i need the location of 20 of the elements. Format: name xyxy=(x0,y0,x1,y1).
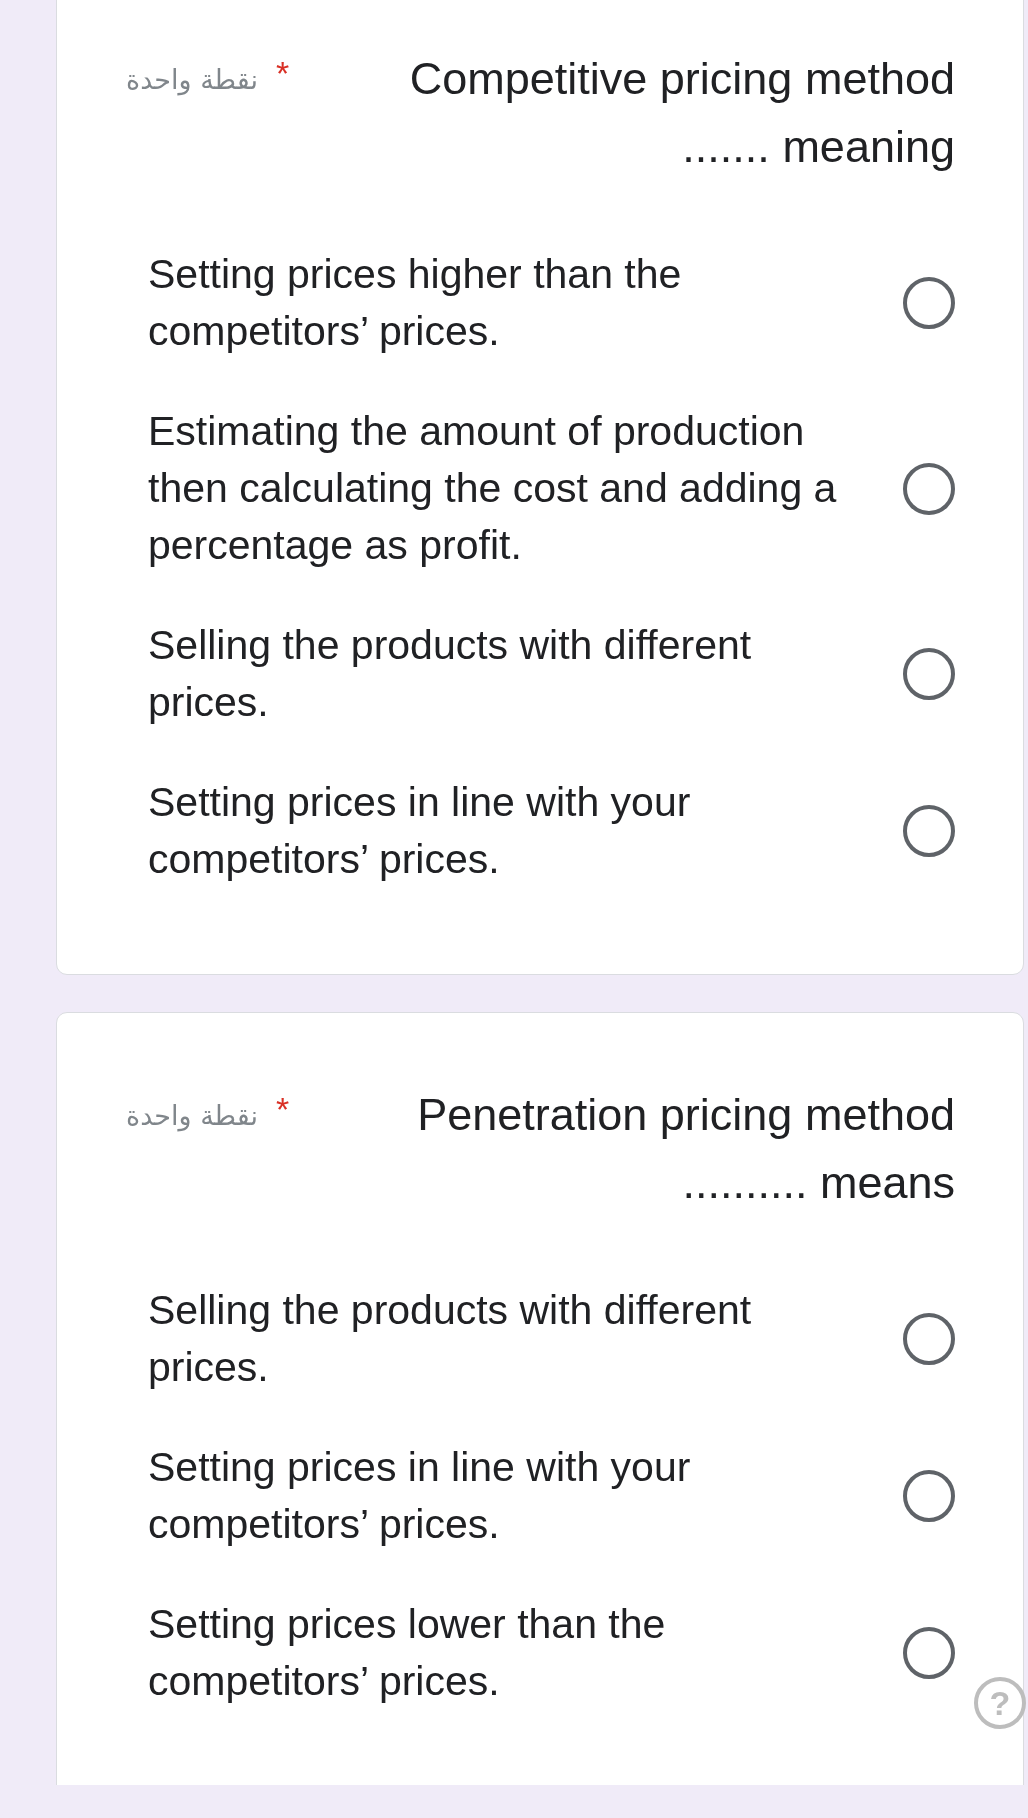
radio-button[interactable] xyxy=(903,1627,955,1679)
required-icon: * xyxy=(275,1092,290,1126)
radio-button[interactable] xyxy=(903,648,955,700)
radio-button[interactable] xyxy=(903,1313,955,1365)
points-label: نقطة واحدة xyxy=(126,63,258,95)
answer-option[interactable]: Selling the products with different prices. xyxy=(148,617,955,731)
answer-option[interactable]: Selling the products with different prices. xyxy=(148,1282,955,1396)
answer-option[interactable]: Setting prices higher than the competitors’ prices. xyxy=(148,246,955,360)
required-icon: * xyxy=(275,56,290,90)
radio-button[interactable] xyxy=(903,1470,955,1522)
answer-option[interactable]: Setting prices in line with your competitors’ prices. xyxy=(148,1439,955,1553)
points-label: نقطة واحدة xyxy=(126,1099,258,1131)
question-title: Competitive pricing method ....... meaning xyxy=(408,52,955,174)
answer-option[interactable]: Estimating the amount of production then calculating the cost and adding a percentage as profit. xyxy=(148,403,955,574)
question-title: Penetration pricing method .......... means xyxy=(416,1088,955,1210)
answer-option[interactable]: Setting prices lower than the competitors’ prices. xyxy=(148,1596,955,1710)
radio-button[interactable] xyxy=(903,277,955,329)
answer-option[interactable]: Setting prices in line with your competitors’ prices. xyxy=(148,774,955,888)
radio-button[interactable] xyxy=(903,805,955,857)
radio-button[interactable] xyxy=(903,462,955,515)
